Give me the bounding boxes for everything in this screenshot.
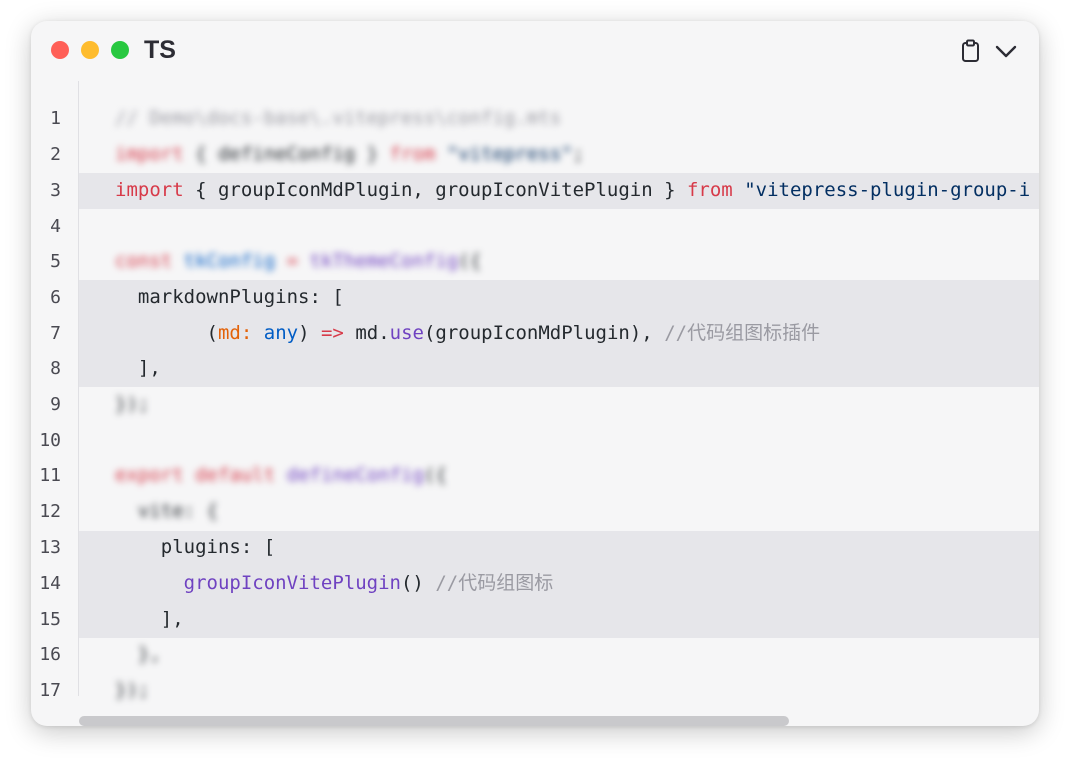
code-text: const tkConfig = tkThemeConfig({ <box>115 250 482 272</box>
code-text: markdownPlugins: [ <box>115 286 344 308</box>
window-maximize-dot <box>111 41 129 59</box>
language-label: TS <box>144 36 176 64</box>
code-line-15: 15 ], <box>31 602 1039 638</box>
code-line-10: 10 <box>31 423 1039 459</box>
window-close-dot <box>51 41 69 59</box>
code-block-titlebar: TS <box>31 21 1039 81</box>
line-number: 15 <box>39 609 61 630</box>
line-number: 11 <box>39 465 61 486</box>
code-area[interactable]: 1 // Demo\docs-base\.vitepress\config.mt… <box>31 81 1039 721</box>
code-line-12: 12 vite: { <box>31 494 1039 530</box>
code-text: // Demo\docs-base\.vitepress\config.mts <box>115 107 562 129</box>
code-line-9: 9 }); <box>31 387 1039 423</box>
copy-button[interactable] <box>960 39 982 63</box>
line-number: 16 <box>39 644 61 665</box>
line-number: 14 <box>39 573 61 594</box>
code-line-5: 5 const tkConfig = tkThemeConfig({ <box>31 244 1039 280</box>
line-number: 7 <box>50 323 61 344</box>
code-text: vite: { <box>115 500 218 522</box>
collapse-button[interactable] <box>993 39 1019 63</box>
code-text: }); <box>115 679 150 701</box>
chevron-down-icon <box>995 45 1017 58</box>
code-line-8: 8 ], <box>31 351 1039 387</box>
code-line-6: 6 markdownPlugins: [ <box>31 280 1039 316</box>
code-line-14: 14 groupIconVitePlugin() //代码组图标 <box>31 566 1039 602</box>
code-line-11: 11 export default defineConfig({ <box>31 458 1039 494</box>
clipboard-icon <box>962 39 979 62</box>
code-text: import { groupIconMdPlugin, groupIconVit… <box>115 179 1031 201</box>
line-number: 3 <box>50 180 61 201</box>
code-text: export default defineConfig({ <box>115 464 447 486</box>
horizontal-scrollbar-thumb[interactable] <box>79 716 789 726</box>
code-line-4: 4 <box>31 209 1039 245</box>
line-number: 12 <box>39 501 61 522</box>
line-number: 2 <box>50 144 61 165</box>
code-text: import { defineConfig } from "vitepress"… <box>115 143 585 165</box>
line-number: 13 <box>39 537 61 558</box>
code-line-17: 17 }); <box>31 673 1039 709</box>
code-line-16: 16 }, <box>31 637 1039 673</box>
line-number: 8 <box>50 358 61 379</box>
code-text: ], <box>115 357 161 379</box>
window-minimize-dot <box>81 41 99 59</box>
code-text: }, <box>115 643 161 665</box>
code-text: plugins: [ <box>115 536 276 558</box>
line-number: 1 <box>50 108 61 129</box>
code-text: }); <box>115 393 150 415</box>
line-number: 10 <box>39 430 61 451</box>
line-number: 5 <box>50 251 61 272</box>
code-line-7: 7 (md: any) => md.use(groupIconMdPlugin)… <box>31 316 1039 352</box>
code-line-13: 13 plugins: [ <box>31 530 1039 566</box>
code-line-2: 2 import { defineConfig } from "vitepres… <box>31 137 1039 173</box>
line-number: 4 <box>50 216 61 237</box>
line-number: 9 <box>50 394 61 415</box>
code-text: ], <box>115 608 184 630</box>
code-block-window: TS 1 // Demo\docs-base\.vitepress\config… <box>31 21 1039 726</box>
code-text: (md: any) => md.use(groupIconMdPlugin), … <box>206 322 821 344</box>
code-line-3: 3 import { groupIconMdPlugin, groupIconV… <box>31 173 1039 209</box>
code-text: groupIconVitePlugin() //代码组图标 <box>183 572 554 594</box>
code-line-1: 1 // Demo\docs-base\.vitepress\config.mt… <box>31 101 1039 137</box>
line-number: 6 <box>50 287 61 308</box>
line-number: 17 <box>39 680 61 701</box>
